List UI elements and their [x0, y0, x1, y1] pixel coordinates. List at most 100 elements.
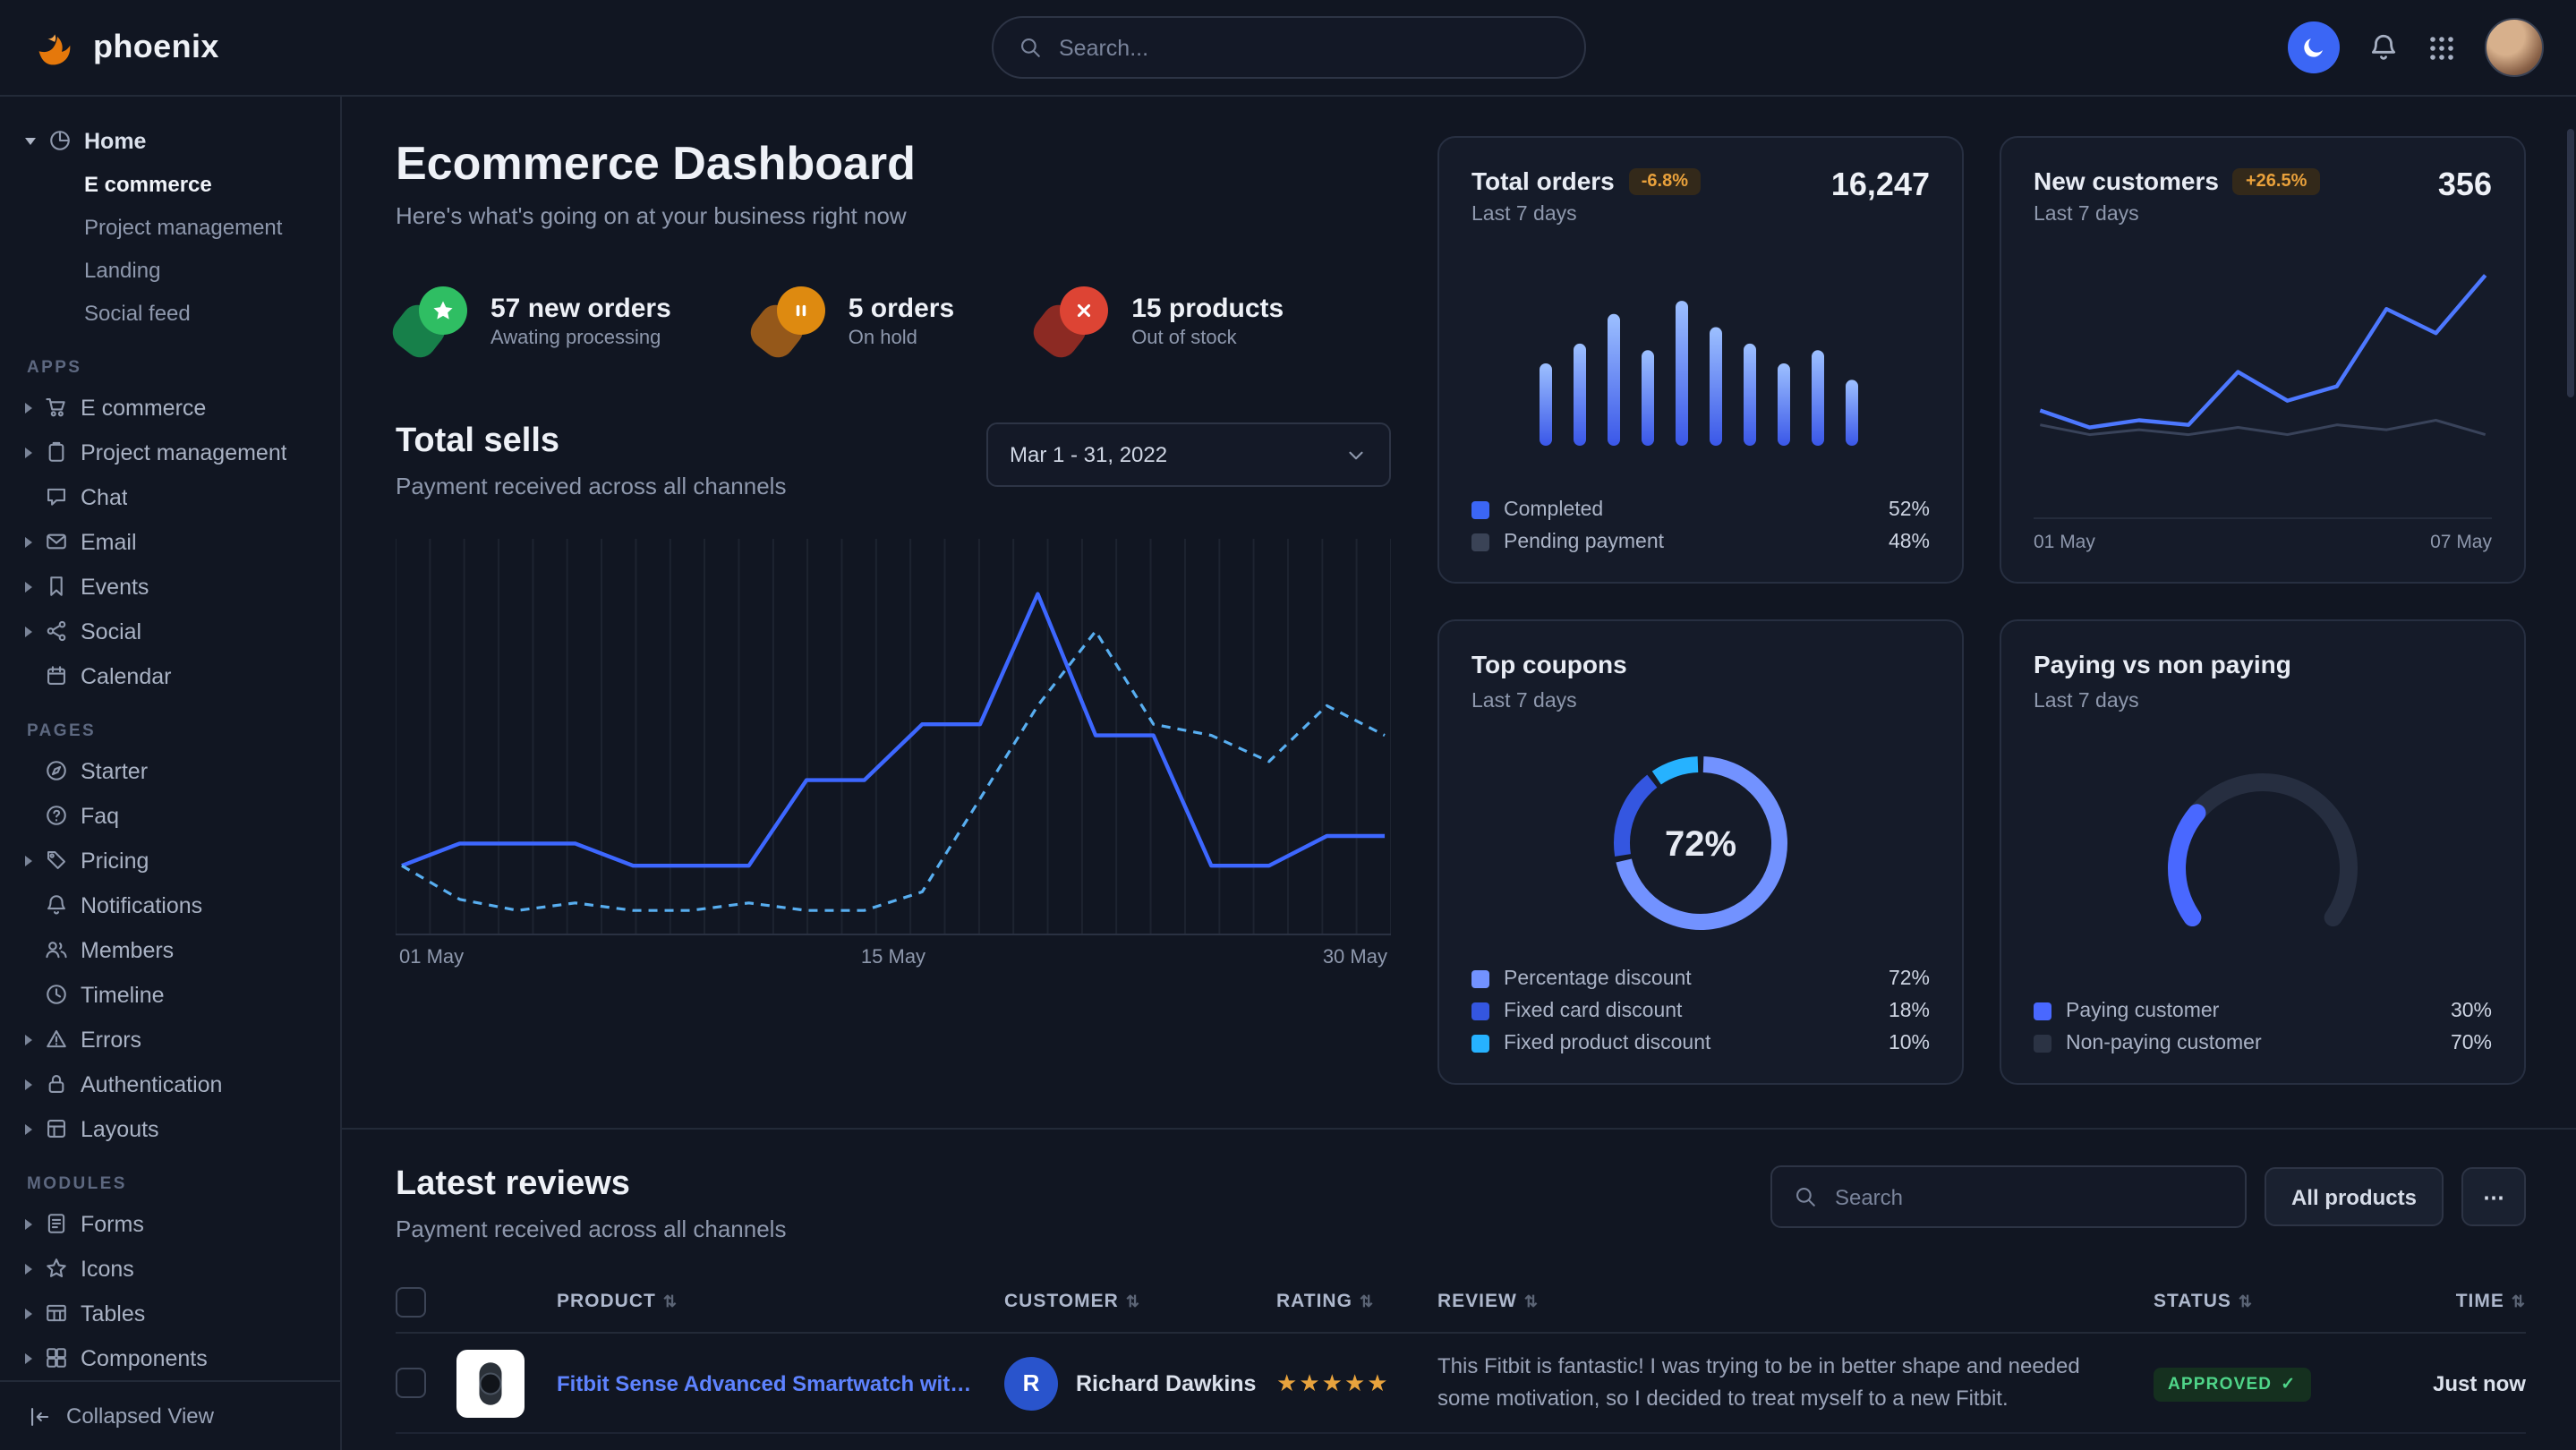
sidebar-item-notifications[interactable]: Notifications [0, 883, 340, 927]
caret-down-icon [25, 137, 36, 144]
clipboard-icon [45, 440, 68, 464]
collapse-sidebar-button[interactable]: Collapsed View [0, 1380, 340, 1450]
stat-value: 5 orders [849, 293, 954, 323]
column-header-review[interactable]: REVIEW⇅ [1437, 1291, 2154, 1312]
product-link[interactable]: Fitbit Sense Advanced Smartwatch with To… [557, 1370, 1004, 1395]
total-orders-badge: -6.8% [1629, 167, 1701, 194]
top-coupons-period: Last 7 days [1471, 691, 1930, 712]
x-tick: 07 May [2430, 532, 2492, 553]
form-icon [45, 1212, 68, 1235]
scrollbar-thumb[interactable] [2567, 129, 2574, 397]
global-search-input[interactable] [1055, 33, 1558, 62]
page-title: Ecommerce Dashboard [396, 136, 1391, 190]
sidebar-item-tables[interactable]: Tables [0, 1291, 340, 1335]
sidebar-item-timeline[interactable]: Timeline [0, 972, 340, 1017]
sidebar-item-authentication[interactable]: Authentication [0, 1062, 340, 1106]
sidebar-item-social[interactable]: Social [0, 609, 340, 653]
stat-caption: On hold [849, 327, 954, 348]
sidebar-item-calendar[interactable]: Calendar [0, 653, 340, 698]
reviews-search[interactable] [1770, 1165, 2247, 1228]
sidebar-section-modules: MODULES [0, 1174, 340, 1194]
sidebar-item-chat[interactable]: Chat [0, 474, 340, 519]
global-search[interactable] [991, 16, 1585, 79]
caret-right-icon [25, 1218, 32, 1229]
caret-right-icon [25, 581, 32, 592]
total-sells-title: Total sells [396, 422, 786, 462]
sidebar-item-email[interactable]: Email [0, 519, 340, 564]
column-header-customer[interactable]: CUSTOMER⇅ [1004, 1291, 1276, 1312]
caret-right-icon [25, 1352, 32, 1363]
sidebar-item-errors[interactable]: Errors [0, 1017, 340, 1062]
sidebar-item-forms[interactable]: Forms [0, 1201, 340, 1246]
review-text: This Fitbit is fantastic! I was trying t… [1437, 1352, 2154, 1414]
total-orders-bar-chart [1525, 280, 1876, 445]
date-range-value: Mar 1 - 31, 2022 [1010, 442, 1167, 467]
sort-icon: ⇅ [2239, 1292, 2253, 1311]
sidebar-item-faq[interactable]: Faq [0, 793, 340, 838]
apps-grid-button[interactable] [2427, 33, 2456, 62]
sidebar-item-starter[interactable]: Starter [0, 748, 340, 793]
sidebar-subitem-e-commerce[interactable]: E commerce [0, 163, 340, 206]
legend-item: Pending payment48% [1471, 532, 1930, 553]
sort-icon: ⇅ [1524, 1292, 1539, 1311]
sidebar-nav: HomeE commerceProject managementLandingS… [0, 118, 340, 1380]
sidebar-item-layouts[interactable]: Layouts [0, 1106, 340, 1151]
paying-legend: Paying customer30% Non-paying customer70… [2034, 1001, 2492, 1054]
top-navbar: phoenix [0, 0, 2576, 97]
reviews-search-input[interactable] [1831, 1182, 2223, 1211]
legend-item: Paying customer30% [2034, 1001, 2492, 1022]
sidebar-item-e-commerce[interactable]: E commerce [0, 385, 340, 430]
reviews-table-header: PRODUCT⇅CUSTOMER⇅RATING⇅REVIEW⇅STATUS⇅TI… [396, 1271, 2526, 1334]
sidebar-subitem-landing[interactable]: Landing [0, 249, 340, 292]
kpi-cards: Total orders -6.8% Last 7 days 16,247 Co… [1437, 136, 2526, 1085]
page-subtitle: Here's what's going on at your business … [396, 202, 1391, 229]
column-header-product[interactable]: PRODUCT⇅ [557, 1291, 1004, 1312]
navbar-actions [2288, 18, 2544, 77]
theme-toggle-button[interactable] [2288, 21, 2340, 73]
sidebar-item-project-management[interactable]: Project management [0, 430, 340, 474]
column-header-rating[interactable]: RATING⇅ [1276, 1291, 1437, 1312]
column-header-time[interactable]: TIME⇅ [2372, 1291, 2526, 1312]
caret-right-icon [25, 855, 32, 866]
sidebar-item-members[interactable]: Members [0, 927, 340, 972]
new-customers-line-chart [2034, 240, 2492, 517]
select-all-checkbox[interactable] [396, 1286, 426, 1317]
sidebar-item-home[interactable]: Home [0, 118, 340, 163]
sidebar-section-pages: PAGES [0, 721, 340, 741]
table-icon [45, 1301, 68, 1325]
sidebar-item-pricing[interactable]: Pricing [0, 838, 340, 883]
rating-stars: ★★★★★ [1276, 1369, 1437, 1397]
x-tick: 15 May [861, 947, 925, 968]
bell-icon [2368, 32, 2399, 63]
product-thumbnail[interactable] [456, 1349, 525, 1417]
caret-right-icon [25, 1034, 32, 1045]
notifications-button[interactable] [2368, 32, 2399, 63]
brand-name: phoenix [93, 29, 219, 66]
sidebar-subitem-project-management[interactable]: Project management [0, 206, 340, 249]
sidebar-item-events[interactable]: Events [0, 564, 340, 609]
sidebar-item-components[interactable]: Components [0, 1335, 340, 1380]
table-row[interactable]: iPhone 13 pro max-Pacific Blue-128GB sto… [396, 1434, 2526, 1450]
brand[interactable]: phoenix [32, 24, 219, 71]
customer-cell[interactable]: RRichard Dawkins [1004, 1356, 1276, 1410]
stat-caption: Out of stock [1131, 327, 1284, 348]
more-options-button[interactable]: ⋯ [2461, 1167, 2526, 1226]
user-avatar[interactable] [2485, 18, 2544, 77]
top-coupons-title: Top coupons [1471, 650, 1627, 678]
sort-icon: ⇅ [1360, 1292, 1374, 1311]
main-content: Ecommerce Dashboard Here's what's going … [342, 97, 2576, 1450]
sidebar-subitem-social-feed[interactable]: Social feed [0, 292, 340, 335]
stat-caption: Awating processing [490, 327, 671, 348]
caret-right-icon [25, 1308, 32, 1318]
new-customers-x-labels: 01 May07 May [2034, 517, 2492, 553]
column-header-status[interactable]: STATUS⇅ [2154, 1291, 2372, 1312]
sidebar-item-icons[interactable]: Icons [0, 1246, 340, 1291]
reviews-table: PRODUCT⇅CUSTOMER⇅RATING⇅REVIEW⇅STATUS⇅TI… [396, 1271, 2526, 1450]
legend-item: Fixed product discount10% [1471, 1033, 1930, 1054]
all-products-button[interactable]: All products [2265, 1167, 2444, 1226]
row-checkbox[interactable] [396, 1368, 426, 1398]
date-range-select[interactable]: Mar 1 - 31, 2022 [986, 422, 1391, 487]
x-badge-icon [1036, 286, 1108, 354]
table-row[interactable]: Fitbit Sense Advanced Smartwatch with To… [396, 1334, 2526, 1434]
stat-awating-processing: 57 new orders Awating processing [396, 286, 671, 354]
